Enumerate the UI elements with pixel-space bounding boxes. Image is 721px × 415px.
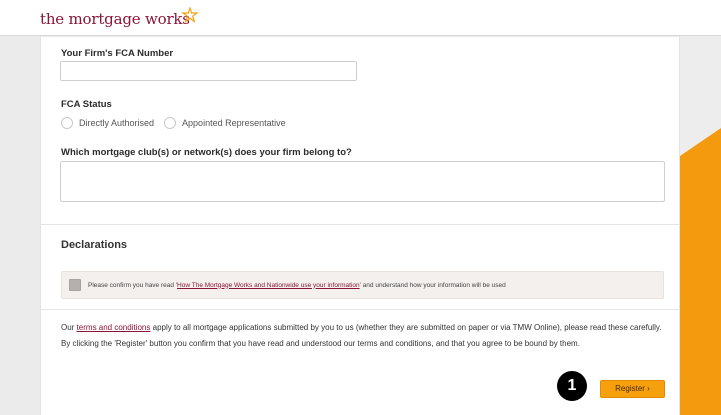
- network-label: Which mortgage club(s) or network(s) doe…: [61, 147, 352, 158]
- section-divider: [41, 224, 680, 225]
- terms-and-conditions-link[interactable]: terms and conditions: [77, 323, 151, 332]
- register-button[interactable]: Register ›: [600, 380, 665, 398]
- chevron-right-icon: ›: [647, 384, 650, 393]
- fca-status-options: Directly Authorised Appointed Representa…: [61, 117, 296, 129]
- fca-status-label: FCA Status: [61, 99, 112, 110]
- consent-text-prefix: Please confirm you have read ': [88, 281, 178, 289]
- radio-directly-authorised[interactable]: [61, 117, 73, 129]
- fca-number-input[interactable]: [60, 61, 357, 81]
- declarations-title: Declarations: [61, 239, 128, 251]
- register-button-label: Register: [615, 384, 645, 393]
- consent-text-suffix: ' and understand how your information wi…: [359, 281, 506, 289]
- consent-text: Please confirm you have read 'How The Mo…: [88, 282, 506, 289]
- radio-label-directly-authorised: Directly Authorised: [79, 118, 155, 128]
- radio-appointed-representative[interactable]: [164, 117, 177, 129]
- terms-paragraph: Our terms and conditions apply to all mo…: [61, 320, 669, 352]
- network-textarea[interactable]: [60, 161, 665, 202]
- terms-suffix: apply to all mortgage applications submi…: [61, 323, 662, 348]
- radio-label-appointed-representative: Appointed Representative: [182, 118, 286, 128]
- terms-prefix: Our: [61, 323, 77, 332]
- privacy-info-link[interactable]: How The Mortgage Works and Nationwide us…: [177, 282, 360, 289]
- fca-number-label: Your Firm's FCA Number: [61, 48, 174, 59]
- logo-text: the mortgage works: [40, 10, 190, 28]
- registration-form-panel: Your Firm's FCA Number FCA Status Direct…: [40, 37, 680, 415]
- consent-box: Please confirm you have read 'How The Mo…: [61, 271, 664, 299]
- step-number-badge: 1: [557, 371, 587, 401]
- section-divider: [41, 309, 680, 310]
- consent-checkbox[interactable]: [69, 279, 81, 291]
- page-background: [679, 36, 721, 415]
- brand-logo[interactable]: the mortgage works: [40, 7, 199, 28]
- star-icon: [181, 7, 199, 23]
- site-header: the mortgage works: [0, 0, 721, 36]
